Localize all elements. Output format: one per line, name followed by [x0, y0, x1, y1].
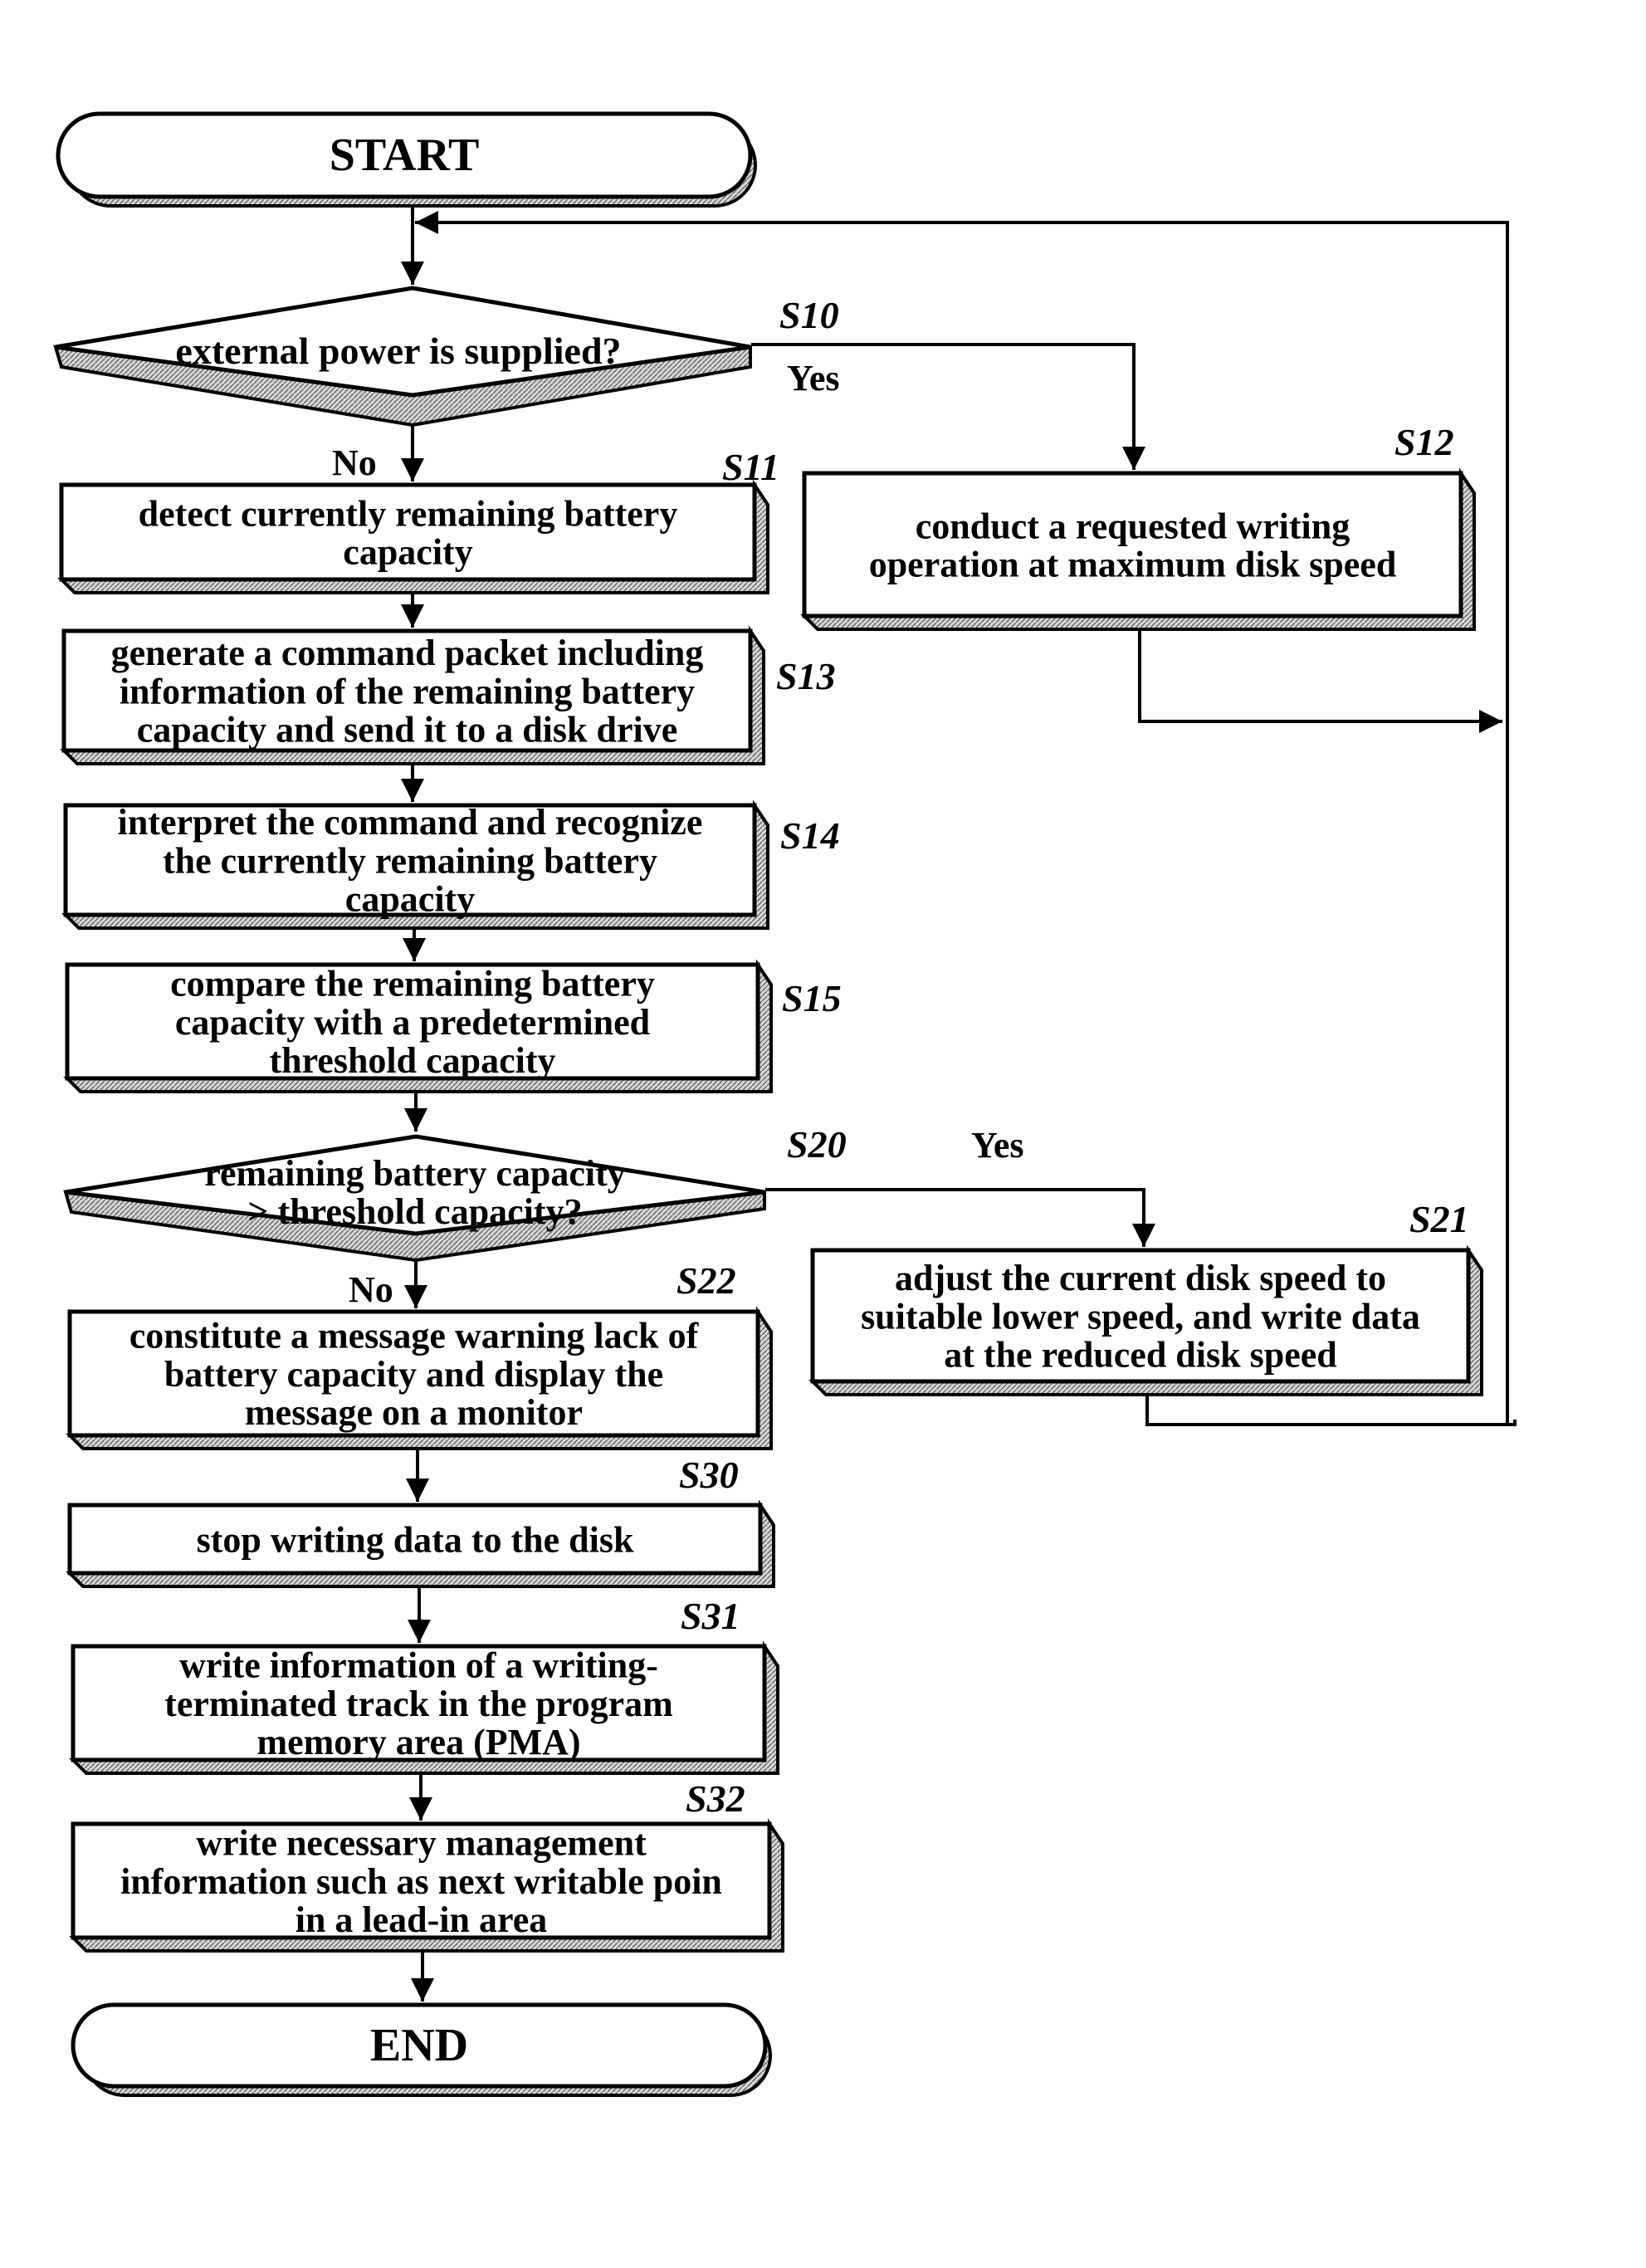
step-label-s31: S31: [681, 1595, 740, 1637]
process-box-s15: compare the remaining batterycapacity wi…: [63, 959, 842, 1093]
decision-s20-text-line1: remaining battery capacity: [204, 1153, 626, 1194]
process-text-line: in a lead-in area: [295, 1899, 548, 1940]
connector-s12-loop: [1138, 618, 1502, 733]
process-text-line: capacity with a predetermined: [175, 1002, 650, 1043]
step-label-s12: S12: [1394, 421, 1454, 463]
process-text-line: threshold capacity: [269, 1040, 555, 1081]
process-text-line: generate a command packet including: [111, 633, 704, 673]
process-box-s30: stop writing data to the disk S30: [66, 1454, 775, 1588]
process-box-s31: write information of a writing-terminate…: [69, 1595, 779, 1775]
process-box-s21: adjust the current disk speed tosuitable…: [808, 1198, 1483, 1396]
process-text-line: constitute a message warning lack of: [129, 1316, 700, 1356]
flowchart: START external power is supplied? S10 Ye…: [53, 111, 1517, 2097]
process-text-line: information such as next writable poin: [120, 1861, 722, 1902]
process-text-line: memory area (PMA): [256, 1722, 580, 1762]
process-text-line: at the reduced disk speed: [944, 1335, 1336, 1376]
process-text-line: information of the remaining battery: [120, 671, 695, 711]
step-label-s21: S21: [1409, 1198, 1469, 1240]
step-label-s11: S11: [722, 446, 779, 488]
decision-s10-text: external power is supplied?: [175, 330, 621, 372]
s20-yes-label: Yes: [971, 1125, 1024, 1166]
end-terminator: END: [71, 2002, 772, 2097]
step-label-s15: S15: [782, 977, 842, 1019]
process-text-line: terminated track in the program: [164, 1684, 673, 1724]
step-label-s10: S10: [779, 294, 839, 336]
end-label: END: [370, 2020, 468, 2071]
step-label-s14: S14: [780, 814, 840, 857]
process-text-line: capacity: [345, 879, 475, 920]
process-text-line: adjust the current disk speed to: [895, 1258, 1386, 1298]
process-text-line: message on a monitor: [245, 1392, 583, 1433]
step-label-s13: S13: [776, 655, 836, 697]
s10-no-label: No: [332, 442, 377, 483]
process-text-line: capacity and send it to a disk drive: [137, 710, 678, 750]
step-label-s30: S30: [679, 1454, 739, 1496]
connector-s20-yes-s21: [765, 1188, 1155, 1247]
step-label-s20: S20: [787, 1123, 847, 1166]
s10-yes-label: Yes: [787, 358, 840, 398]
process-text-line: the currently remaining battery: [163, 840, 657, 881]
process-text-line: write information of a writing-: [179, 1645, 658, 1686]
process-text-line: operation at maximum disk speed: [869, 545, 1397, 585]
process-text-line: compare the remaining battery: [170, 964, 655, 1004]
process-box-s11: detect currently remaining batterycapaci…: [57, 446, 779, 594]
process-text-line: interpret the command and recognize: [118, 802, 703, 843]
process-box-s12: conduct a requested writingoperation at …: [800, 421, 1476, 631]
start-label: START: [330, 130, 480, 181]
start-terminator: START: [56, 111, 757, 208]
step-label-s32: S32: [686, 1777, 745, 1820]
process-box-s13: generate a command packet includinginfor…: [60, 625, 836, 765]
process-box-s32: write necessary managementinformation su…: [69, 1777, 784, 1953]
process-box-s14: interpret the command and recognizethe c…: [61, 799, 840, 930]
process-text-line: stop writing data to the disk: [197, 1519, 634, 1560]
process-text-line: suitable lower speed, and write data: [861, 1296, 1420, 1337]
process-text-line: detect currently remaining battery: [139, 493, 678, 534]
step-label-s22: S22: [676, 1259, 736, 1302]
process-text-line: capacity: [343, 532, 472, 573]
process-text-line: conduct a requested writing: [916, 506, 1351, 546]
process-text-line: battery capacity and display the: [164, 1354, 663, 1395]
process-text-line: write necessary management: [196, 1823, 647, 1864]
process-box-s22: constitute a message warning lack ofbatt…: [66, 1259, 773, 1450]
decision-s20-text-line2: > threshold capacity?: [247, 1191, 582, 1232]
s20-no-label: No: [349, 1269, 393, 1310]
